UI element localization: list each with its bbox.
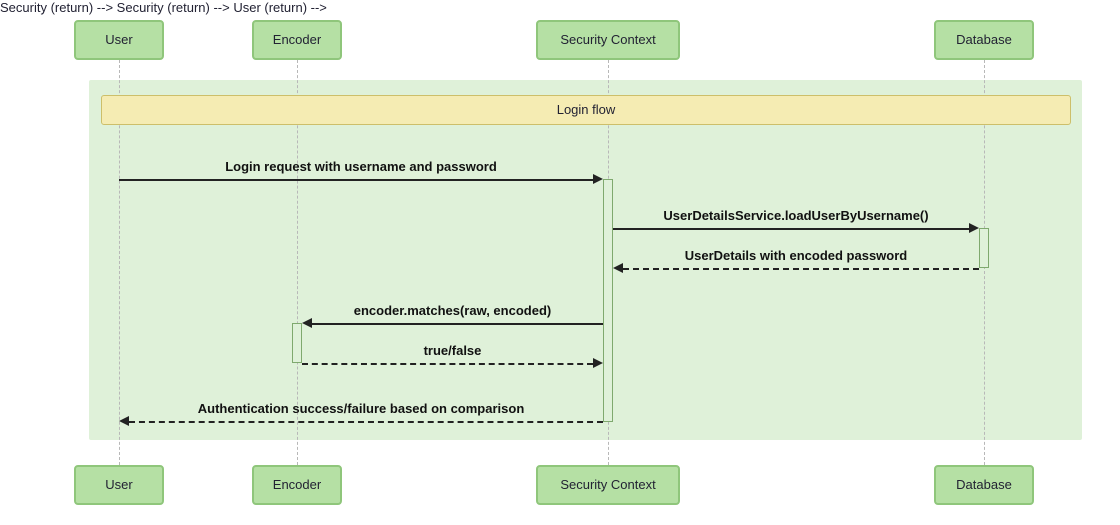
arrow-m3	[623, 268, 979, 270]
arrowhead-m5	[593, 358, 603, 368]
actor-database-top: Database	[934, 20, 1034, 60]
actor-encoder-bottom: Encoder	[252, 465, 342, 505]
arrow-m6	[129, 421, 603, 423]
arrow-m1	[119, 179, 593, 181]
arrow-m2	[613, 228, 969, 230]
activation-database	[979, 228, 989, 268]
activation-encoder	[292, 323, 302, 363]
msg-userdetails-return: UserDetails with encoded password	[613, 247, 979, 267]
actor-encoder-top: Encoder	[252, 20, 342, 60]
actor-user-bottom: User	[74, 465, 164, 505]
actor-security-bottom: Security Context	[536, 465, 680, 505]
note-login-flow: Login flow	[101, 95, 1071, 125]
arrowhead-m2	[969, 223, 979, 233]
activation-security	[603, 179, 613, 422]
msg-auth-result: Authentication success/failure based on …	[119, 400, 603, 420]
actor-security-top: Security Context	[536, 20, 680, 60]
arrowhead-m4	[302, 318, 312, 328]
arrowhead-m1	[593, 174, 603, 184]
msg-encoder-matches: encoder.matches(raw, encoded)	[302, 302, 603, 322]
actor-user-top: User	[74, 20, 164, 60]
msg-login-request: Login request with username and password	[119, 158, 603, 178]
msg-load-user: UserDetailsService.loadUserByUsername()	[613, 207, 979, 227]
sequence-diagram: User Encoder Security Context Database U…	[0, 0, 1120, 525]
arrow-m4	[312, 323, 603, 325]
actor-database-bottom: Database	[934, 465, 1034, 505]
arrowhead-m3	[613, 263, 623, 273]
msg-truefalse: true/false	[302, 342, 603, 362]
arrowhead-m6	[119, 416, 129, 426]
arrow-m5	[302, 363, 593, 365]
